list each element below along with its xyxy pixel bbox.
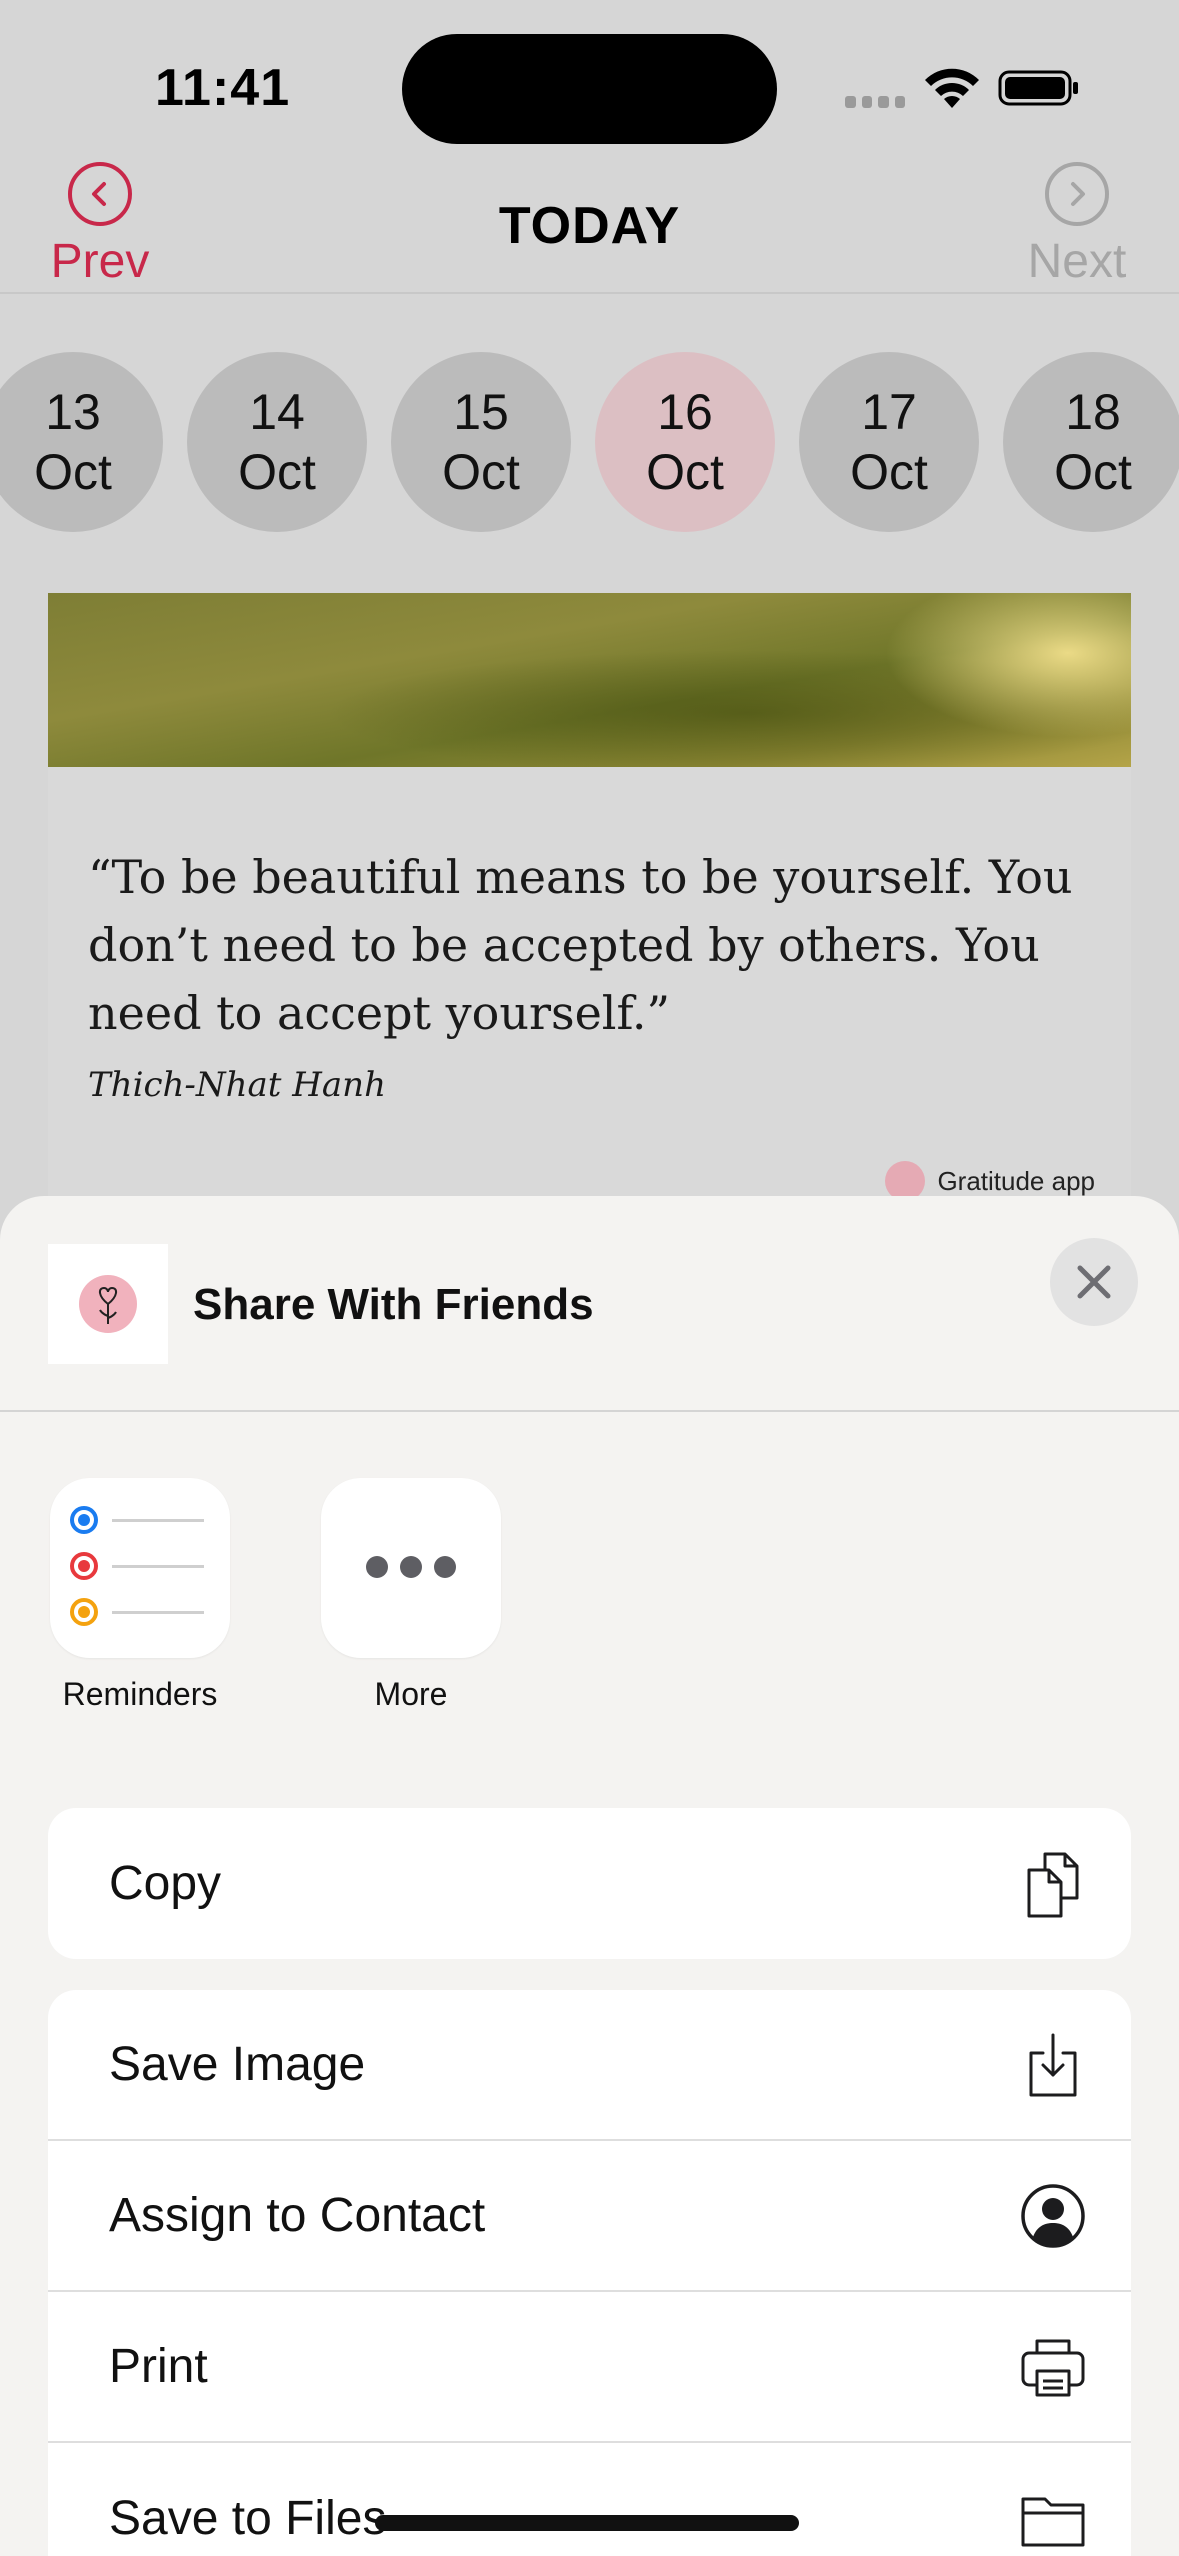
action-group-copy: Copy <box>48 1808 1131 1959</box>
dynamic-island <box>402 34 777 144</box>
print-action[interactable]: Print <box>48 2292 1131 2443</box>
date-month: Oct <box>238 444 316 500</box>
date-strip[interactable]: 13 Oct 14 Oct 15 Oct 16 Oct 17 Oct 18 Oc… <box>0 352 1179 532</box>
date-item-selected[interactable]: 16 Oct <box>595 352 775 532</box>
page-title: TODAY <box>498 197 681 255</box>
date-day: 13 <box>45 384 101 440</box>
action-label: Save Image <box>109 2038 366 2091</box>
app-logo-icon <box>885 1161 926 1201</box>
date-day: 14 <box>249 384 305 440</box>
share-sheet-header: Share With Friends <box>0 1196 1179 1412</box>
quote-author: Thich-Nhat Hanh <box>88 1065 386 1105</box>
close-button[interactable] <box>1050 1238 1138 1326</box>
date-day: 16 <box>657 384 713 440</box>
next-button[interactable]: Next <box>1017 162 1137 289</box>
action-label: Save to Files <box>109 2492 387 2545</box>
more-icon <box>321 1478 501 1658</box>
save-image-action[interactable]: Save Image <box>48 1990 1131 2141</box>
landscape-image <box>48 593 1131 767</box>
save-image-icon <box>1029 2033 1077 2096</box>
reminders-icon <box>50 1478 230 1658</box>
action-label: Copy <box>109 1857 222 1910</box>
app-label: More <box>374 1676 448 1712</box>
chevron-right-icon <box>1045 162 1109 226</box>
watermark-text: Gratitude app <box>937 1165 1095 1196</box>
copy-action[interactable]: Copy <box>48 1808 1131 1959</box>
print-icon <box>1021 2339 1085 2396</box>
action-label: Print <box>109 2340 208 2393</box>
home-indicator[interactable] <box>375 2515 799 2531</box>
date-month: Oct <box>442 444 520 500</box>
date-day: 18 <box>1065 384 1121 440</box>
date-day: 15 <box>453 384 509 440</box>
nav-divider <box>0 292 1179 294</box>
heart-flower-icon <box>79 1275 137 1333</box>
share-sheet: Share With Friends Reminders More Copy S… <box>0 1196 1179 2556</box>
assign-contact-action[interactable]: Assign to Contact <box>48 2141 1131 2292</box>
share-preview-thumbnail <box>48 1244 168 1364</box>
more-apps-button[interactable]: More <box>311 1478 511 1713</box>
wifi-icon <box>925 68 979 108</box>
app-label: Reminders <box>62 1676 218 1712</box>
cellular-signal-icon <box>845 96 905 108</box>
date-day: 17 <box>861 384 917 440</box>
date-item[interactable]: 17 Oct <box>799 352 979 532</box>
date-month: Oct <box>850 444 928 500</box>
app-watermark: Gratitude app <box>885 1161 1095 1201</box>
contact-icon <box>1021 2183 1085 2248</box>
copy-icon <box>1027 1852 1079 1917</box>
date-item[interactable]: 14 Oct <box>187 352 367 532</box>
reminders-app-button[interactable]: Reminders <box>40 1478 240 1713</box>
action-label: Assign to Contact <box>109 2189 486 2242</box>
date-month: Oct <box>646 444 724 500</box>
share-apps-row: Reminders More <box>0 1478 1179 1718</box>
save-to-files-action[interactable]: Save to Files <box>48 2443 1131 2556</box>
date-item[interactable]: 15 Oct <box>391 352 571 532</box>
battery-icon <box>998 70 1078 106</box>
status-time: 11:41 <box>155 59 291 117</box>
date-month: Oct <box>34 444 112 500</box>
date-month: Oct <box>1054 444 1132 500</box>
share-sheet-title: Share With Friends <box>193 1280 594 1329</box>
folder-icon <box>1021 2497 1085 2546</box>
date-item[interactable]: 18 Oct <box>1003 352 1179 532</box>
date-item[interactable]: 13 Oct <box>0 352 163 532</box>
action-group-main: Save Image Assign to Contact Print Save … <box>48 1990 1131 2556</box>
quote-text: “To be beautiful means to be yourself. Y… <box>88 850 1073 1040</box>
close-icon <box>1077 1265 1111 1299</box>
next-label: Next <box>1027 235 1127 288</box>
